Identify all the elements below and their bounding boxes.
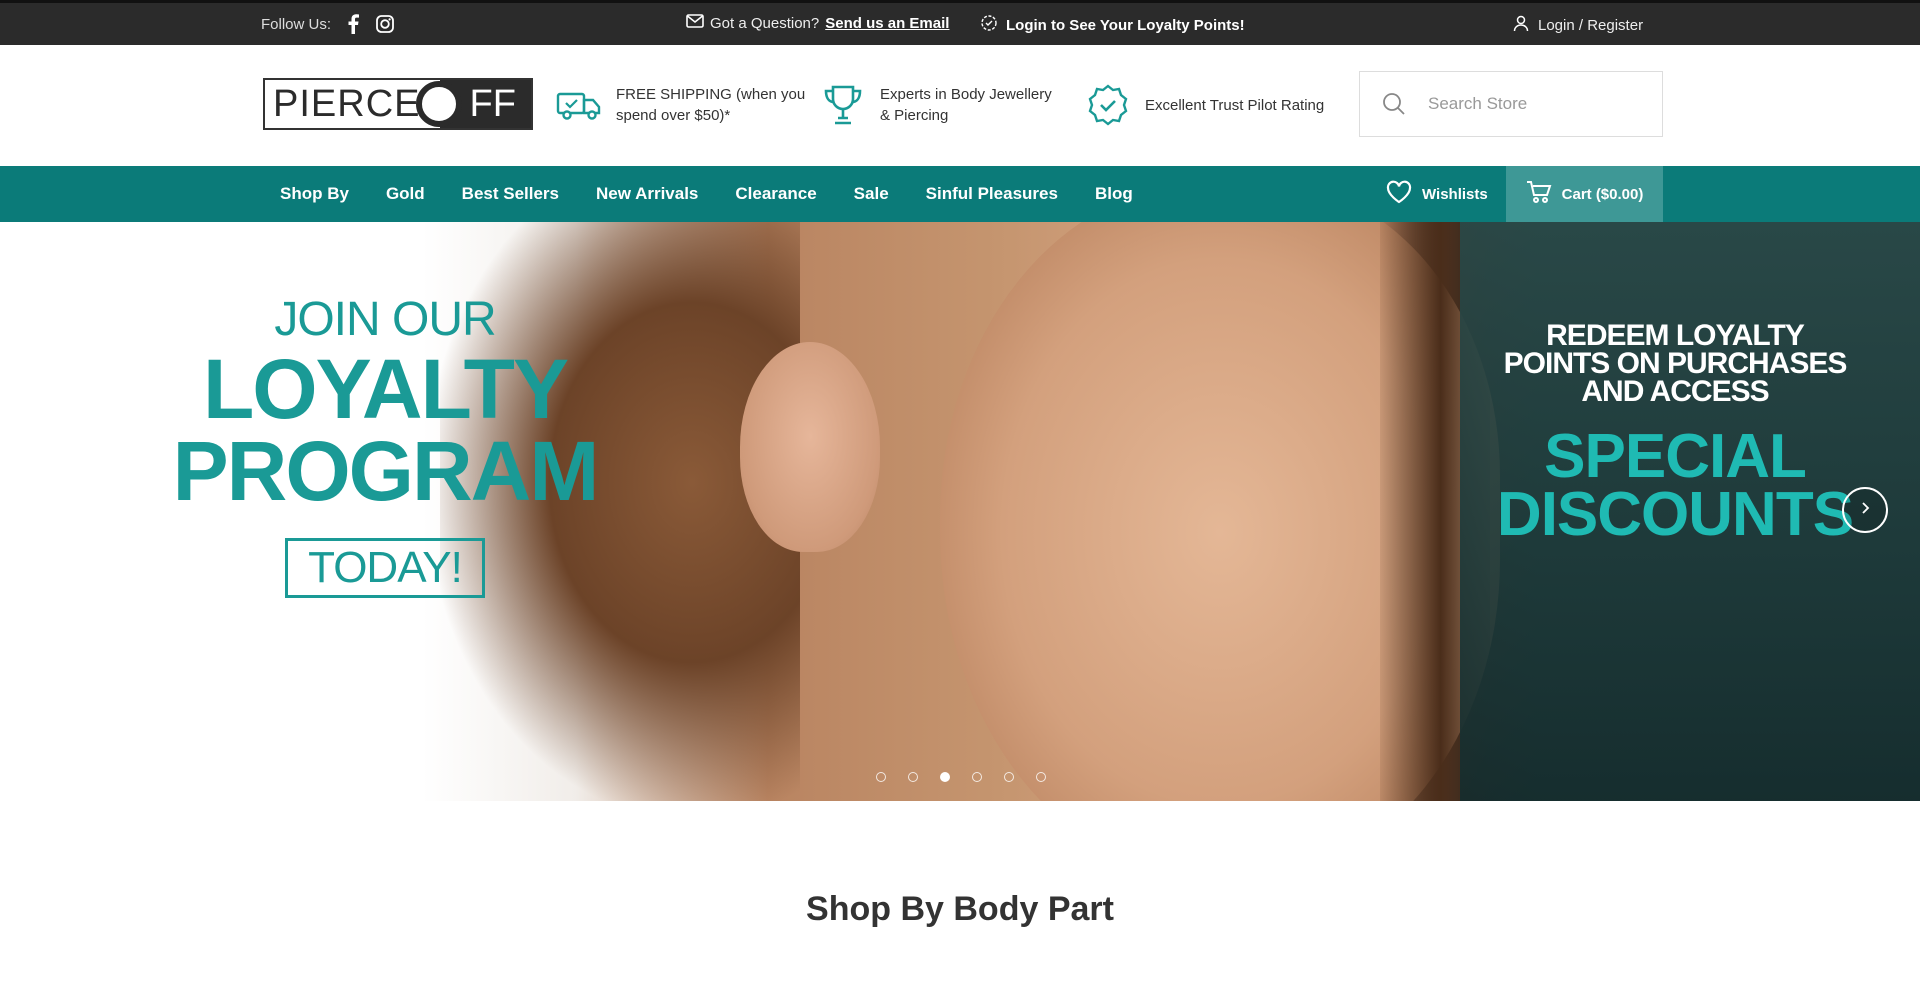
hero-redeem-line3: AND ACCESS <box>1581 375 1769 408</box>
hero-ear-shape <box>740 342 880 552</box>
hero-today-box: TODAY! <box>285 538 485 598</box>
site-header: PIERCE FF FREE SHIPPING (when you spend … <box>0 45 1920 166</box>
wishlists-label: Wishlists <box>1422 185 1488 203</box>
hero-join-line3: PROGRAM <box>172 424 600 518</box>
hero-special-block: SPECIAL DISCOUNTS <box>1470 422 1880 549</box>
hero-join-block: JOIN OUR LOYALTY PROGRAM TODAY! <box>150 292 620 598</box>
carousel-next-button[interactable] <box>1842 487 1888 533</box>
hero-special-line1: SPECIAL <box>1544 422 1807 491</box>
user-icon <box>1512 14 1530 36</box>
nav-item-clearance[interactable]: Clearance <box>735 184 816 204</box>
hero-join-line1: JOIN OUR <box>274 293 496 346</box>
hero-special-line2: DISCOUNTS <box>1496 480 1854 549</box>
carousel-dots <box>876 772 1046 782</box>
question-label: Got a Question? <box>710 14 820 32</box>
feature-shipping-line2: spend over $50)* <box>616 107 731 124</box>
nav-item-sale[interactable]: Sale <box>854 184 889 204</box>
nav-item-shop-by[interactable]: Shop By <box>280 184 349 204</box>
facebook-icon[interactable] <box>343 14 363 34</box>
nav-item-gold[interactable]: Gold <box>386 184 425 204</box>
login-register-link[interactable]: Login / Register <box>1512 14 1643 36</box>
follow-us-label: Follow Us: <box>261 15 332 33</box>
feature-shipping-line1: FREE SHIPPING (when you <box>616 86 806 103</box>
contact-question: Got a Question? Send us an Email <box>686 14 949 32</box>
instagram-icon[interactable] <box>375 14 395 34</box>
badge-check-icon <box>1085 82 1131 128</box>
main-nav: Shop By Gold Best Sellers New Arrivals C… <box>0 166 1920 222</box>
feature-experts-line2: & Piercing <box>880 107 949 124</box>
feature-experts: Experts in Body Jewellery & Piercing <box>820 82 1052 128</box>
search-icon[interactable] <box>1360 91 1428 117</box>
carousel-dot[interactable] <box>908 772 918 782</box>
nav-items: Shop By Gold Best Sellers New Arrivals C… <box>280 166 1133 222</box>
nav-item-blog[interactable]: Blog <box>1095 184 1133 204</box>
feature-trustpilot-label: Excellent Trust Pilot Rating <box>1145 96 1325 114</box>
nav-item-best-sellers[interactable]: Best Sellers <box>462 184 559 204</box>
feature-shipping-text: FREE SHIPPING (when you spend over $50)* <box>616 84 805 126</box>
hero-banner[interactable]: JOIN OUR LOYALTY PROGRAM TODAY! REDEEM L… <box>0 222 1920 801</box>
feature-experts-text: Experts in Body Jewellery & Piercing <box>880 84 1052 126</box>
hero-redeem-block: REDEEM LOYALTY POINTS ON PURCHASES AND A… <box>1480 319 1870 408</box>
follow-us: Follow Us: <box>261 14 395 34</box>
carousel-dot[interactable] <box>1036 772 1046 782</box>
carousel-dot[interactable] <box>940 772 950 782</box>
loyalty-badge-icon <box>980 14 998 36</box>
section-title: Shop By Body Part <box>806 890 1114 928</box>
feature-trustpilot: Excellent Trust Pilot Rating <box>1085 82 1324 128</box>
carousel-dot[interactable] <box>876 772 886 782</box>
hero-redeem-line2: POINTS ON PURCHASES <box>1503 347 1848 380</box>
nav-item-sinful-pleasures[interactable]: Sinful Pleasures <box>926 184 1058 204</box>
logo-text-left: PIERCE <box>273 82 421 125</box>
loyalty-login-link[interactable]: Login to See Your Loyalty Points! <box>980 14 1245 36</box>
feature-experts-line1: Experts in Body Jewellery <box>880 86 1052 103</box>
cart-button[interactable]: Cart ($0.00) <box>1506 166 1663 222</box>
heart-icon <box>1386 180 1412 208</box>
hero-redeem-line1: REDEEM LOYALTY <box>1546 319 1805 352</box>
search-input[interactable] <box>1428 94 1648 114</box>
search-box <box>1359 71 1663 137</box>
loyalty-label: Login to See Your Loyalty Points! <box>1006 16 1245 34</box>
cart-label: Cart ($0.00) <box>1561 185 1644 203</box>
chevron-right-icon <box>1859 501 1871 520</box>
hero-join-line2: LOYALTY <box>202 342 569 436</box>
carousel-dot[interactable] <box>1004 772 1014 782</box>
feature-free-shipping: FREE SHIPPING (when you spend over $50)* <box>556 82 805 128</box>
cart-icon <box>1526 180 1552 208</box>
login-label: Login / Register <box>1538 16 1644 34</box>
wishlists-link[interactable]: Wishlists <box>1386 166 1488 222</box>
top-bar: Follow Us: Got a Question? Send us an Em… <box>0 0 1920 45</box>
pierceoff-logo[interactable]: PIERCE FF <box>263 78 533 130</box>
nav-item-new-arrivals[interactable]: New Arrivals <box>596 184 698 204</box>
carousel-dot[interactable] <box>972 772 982 782</box>
truck-icon <box>556 82 602 128</box>
envelope-icon <box>686 14 704 32</box>
trophy-icon <box>820 82 866 128</box>
send-email-link[interactable]: Send us an Email <box>825 15 949 32</box>
